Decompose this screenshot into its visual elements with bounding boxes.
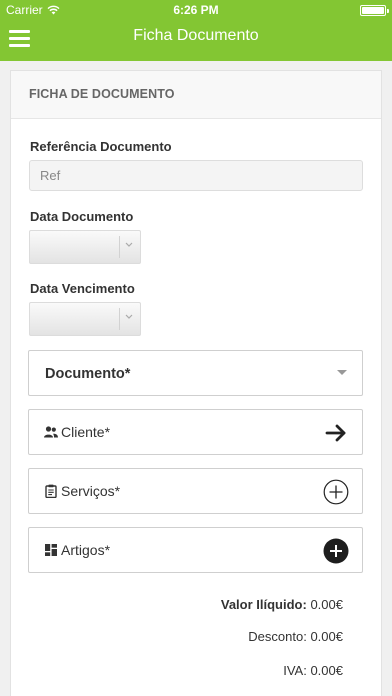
battery-icon (360, 5, 389, 16)
status-bar: Carrier 6:26 PM (0, 0, 392, 20)
artigos-row[interactable]: Artigos* (28, 527, 363, 573)
iva-label: IVA: (283, 663, 307, 678)
nav-bar: Ficha Documento (0, 20, 392, 61)
referencia-input[interactable] (29, 160, 363, 191)
desconto-row: Desconto: 0.00€ (248, 629, 343, 644)
referencia-label: Referência Documento (30, 139, 172, 154)
servicos-label: Serviços* (61, 483, 121, 499)
status-time: 6:26 PM (173, 3, 219, 17)
users-icon (44, 426, 58, 438)
desconto-label: Desconto: (248, 629, 307, 644)
data-documento-select[interactable] (29, 230, 141, 264)
iva-value: 0.00€ (310, 663, 343, 678)
documento-label: Documento* (45, 366, 131, 382)
desconto-value: 0.00€ (310, 629, 343, 644)
artigos-label: Artigos* (61, 542, 111, 558)
card-header: FICHA DE DOCUMENTO (11, 71, 381, 119)
chevron-down-icon (125, 314, 133, 319)
page-title: Ficha Documento (133, 27, 259, 44)
document-card: FICHA DE DOCUMENTO Referência Documento … (10, 70, 382, 696)
valor-iliquido-label: Valor Ilíquido: (220, 597, 307, 612)
valor-iliquido-row: Valor Ilíquido: 0.00€ (221, 597, 343, 612)
arrow-right-icon[interactable] (323, 420, 349, 446)
dashboard-icon (45, 544, 57, 556)
add-outline-icon[interactable] (323, 479, 349, 505)
iva-row: IVA: 0.00€ (283, 663, 343, 678)
add-filled-icon[interactable] (323, 538, 349, 564)
cliente-row[interactable]: Cliente* (28, 409, 363, 455)
chevron-down-icon (125, 242, 133, 247)
data-documento-label: Data Documento (30, 209, 134, 224)
caret-down-icon (337, 370, 347, 375)
clipboard-icon (45, 484, 57, 498)
servicos-row[interactable]: Serviços* (28, 468, 363, 514)
cliente-label: Cliente* (61, 424, 111, 440)
data-vencimento-select[interactable] (29, 302, 141, 336)
data-vencimento-label: Data Vencimento (30, 281, 135, 296)
documento-dropdown[interactable]: Documento* (28, 350, 363, 396)
valor-iliquido-value: 0.00€ (310, 597, 343, 612)
